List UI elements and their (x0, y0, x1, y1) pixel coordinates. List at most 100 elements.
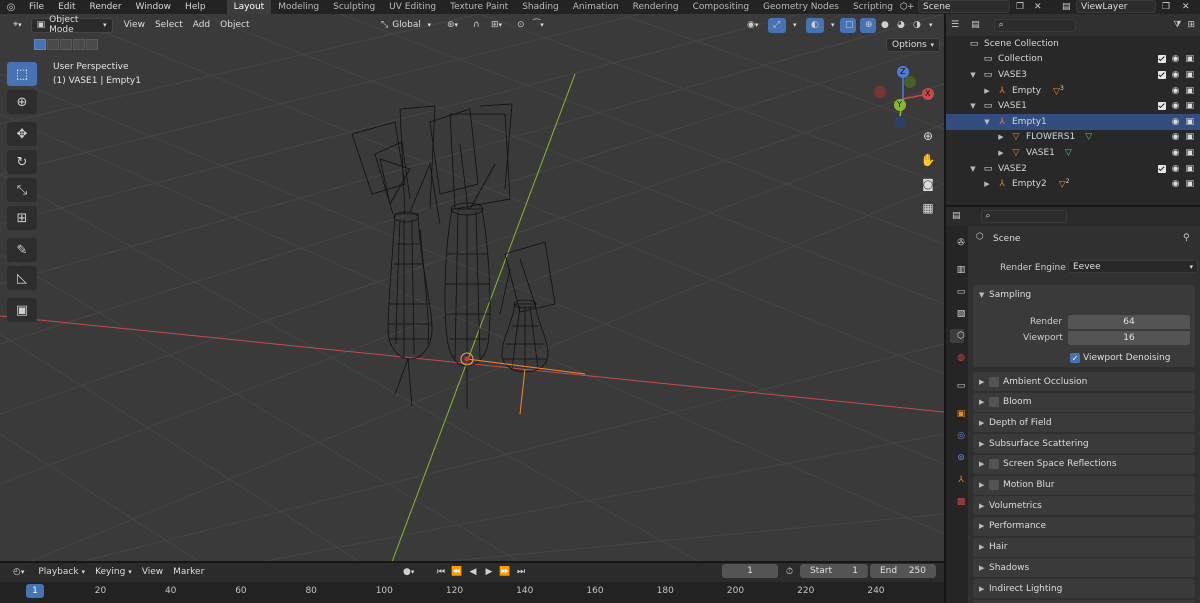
outliner-row[interactable]: ▼ ▭ VASE2 ◉ ▣ (946, 161, 1200, 177)
menu-window[interactable]: Window (129, 2, 179, 12)
snap-button[interactable]: ∩ (468, 18, 485, 33)
area-divider[interactable] (944, 14, 946, 603)
render-camera-icon[interactable]: ▣ (1185, 148, 1194, 158)
texture-tab[interactable]: ▩ (950, 495, 966, 509)
timeline-menu-playback[interactable]: Playback ▾ (33, 564, 90, 579)
rotate-tool[interactable]: ↻ (7, 150, 37, 174)
shading-material[interactable]: ◕ (892, 18, 908, 33)
properties-panel-header[interactable]: ▶ Indirect Lighting (973, 579, 1195, 598)
render-camera-icon[interactable]: ▣ (1185, 54, 1194, 64)
render-camera-icon[interactable]: ▣ (1185, 164, 1194, 174)
pivot-point-button[interactable]: ⊛ ▾ (442, 18, 463, 33)
select-extend-button[interactable] (47, 39, 59, 50)
outliner-row[interactable]: ▶ ⅄ Empty ▽3 ◉ ▣ (946, 83, 1200, 99)
workspace-tab-modeling[interactable]: Modeling (271, 0, 326, 14)
end-frame-field[interactable]: End 250 (870, 564, 936, 578)
properties-panel-header[interactable]: ▶ Depth of Field (973, 413, 1195, 433)
visibility-eye-icon[interactable]: ◉ (1172, 86, 1180, 96)
workspace-tab-animation[interactable]: Animation (566, 0, 626, 14)
physics-tab[interactable]: ◎ (950, 429, 965, 443)
current-frame-indicator[interactable]: 1 (26, 584, 44, 598)
properties-panel-header[interactable]: ▶ Screen Space Reflections (973, 454, 1195, 474)
tool-tab[interactable]: ✇ (950, 236, 965, 250)
disclosure-triangle-icon[interactable]: ▼ (968, 71, 978, 79)
visibility-button[interactable]: ◉ ▾ (742, 18, 763, 33)
select-invert-button[interactable] (73, 39, 85, 50)
render-engine-dropdown[interactable]: Eevee ▾ (1068, 260, 1198, 273)
select-new-button[interactable] (34, 39, 46, 50)
stopwatch-icon[interactable]: ⏱ (786, 567, 793, 577)
options-button[interactable]: Options ▾ (886, 38, 940, 52)
properties-panel-header[interactable]: ▶ Motion Blur (973, 475, 1195, 495)
mesh-data-icon[interactable]: ▽ (1085, 132, 1092, 142)
visibility-eye-icon[interactable]: ◉ (1172, 179, 1180, 189)
outliner-row[interactable]: ▶ ▽ VASE1 ▽ ◉ ▣ (946, 145, 1200, 161)
visibility-eye-icon[interactable]: ◉ (1172, 117, 1180, 127)
shading-menu[interactable]: ▾ (924, 18, 938, 33)
outliner-row[interactable]: ▶ ⅄ Empty2 ▽2 ◉ ▣ (946, 176, 1200, 192)
pan-button[interactable]: ✋ (918, 150, 938, 170)
close-view-layer-icon[interactable]: ✕ (1182, 2, 1190, 12)
properties-panel-header[interactable]: ▶ Shadows (973, 558, 1195, 578)
workspace-tab-sculpting[interactable]: Sculpting (326, 0, 382, 14)
transform-tool[interactable]: ⊞ (7, 206, 37, 230)
exclude-checkbox[interactable] (1157, 70, 1166, 79)
workspace-tab-rendering[interactable]: Rendering (626, 0, 686, 14)
zoom-button[interactable]: ⊕ (918, 126, 938, 146)
editor-type-button[interactable]: ⌖ ▾ (8, 18, 27, 33)
exclude-checkbox[interactable] (1157, 102, 1166, 111)
workspace-tab-scripting[interactable]: Scripting (846, 0, 900, 14)
pin-icon[interactable]: ⚲ (1183, 233, 1190, 243)
snap-target-button[interactable]: ⊞ ▾ (486, 18, 507, 33)
new-collection-icon[interactable]: ⊞ (1187, 20, 1195, 30)
panel-enable-checkbox[interactable] (989, 397, 999, 408)
workspace-tab-texture-paint[interactable]: Texture Paint (443, 0, 515, 14)
sampling-panel-header[interactable]: ▼ Sampling (973, 285, 1195, 304)
timeline-menu-marker[interactable]: Marker (168, 564, 209, 579)
properties-editor-icon[interactable]: ▤ (952, 211, 961, 221)
object-tab[interactable]: ▣ (950, 407, 966, 421)
scene-selector[interactable]: Scene (918, 0, 1010, 13)
view-layer-icon[interactable]: ▤ (1062, 2, 1071, 12)
falloff-button[interactable]: ⁀ ▾ (528, 18, 549, 33)
sampling-render-field[interactable]: 64 (1068, 315, 1190, 329)
outliner-row[interactable]: ▼ ▭ VASE3 ◉ ▣ (946, 67, 1200, 83)
timeline-menu-keying[interactable]: Keying ▾ (90, 564, 137, 579)
visibility-eye-icon[interactable]: ◉ (1172, 132, 1180, 142)
render-camera-icon[interactable]: ▣ (1185, 117, 1194, 127)
visibility-eye-icon[interactable]: ◉ (1172, 70, 1180, 80)
gizmo-toggle[interactable]: ⤢ (768, 17, 786, 33)
area-divider[interactable] (946, 205, 1200, 207)
close-scene-icon[interactable]: ✕ (1034, 2, 1042, 12)
properties-panel-header[interactable]: ▶ Bloom (973, 392, 1195, 412)
properties-panel-header[interactable]: ▶ Performance (973, 516, 1195, 536)
play-icon[interactable]: ▶ (482, 567, 496, 577)
exclude-checkbox[interactable] (1157, 164, 1166, 173)
current-frame-field[interactable]: 1 (722, 564, 778, 578)
xray-toggle[interactable]: ▢ (840, 17, 856, 33)
annotate-tool[interactable]: ✎ (7, 238, 37, 262)
output-tab[interactable]: ▭ (950, 285, 966, 299)
workspace-tab-compositing[interactable]: Compositing (686, 0, 756, 14)
mesh-data-icon[interactable]: ▽ (1065, 148, 1072, 158)
scene-tab[interactable]: ⬡ (950, 329, 965, 343)
overlays-menu[interactable]: ▾ (826, 18, 840, 33)
menu-help[interactable]: Help (178, 2, 213, 12)
menu-file[interactable]: File (22, 2, 51, 12)
render-tab[interactable]: ▥ (950, 263, 966, 277)
visibility-eye-icon[interactable]: ◉ (1172, 101, 1180, 111)
select-intersect-button[interactable] (86, 39, 98, 50)
move-tool[interactable]: ✥ (7, 122, 37, 146)
timeline-editor-type[interactable]: ◴ ▾ (8, 564, 29, 579)
measure-tool[interactable]: ◺ (7, 266, 37, 290)
disclosure-triangle-icon[interactable]: ▼ (968, 165, 978, 173)
view-layer-selector[interactable]: ViewLayer (1076, 0, 1156, 13)
copy-view-layer-icon[interactable]: ❐ (1162, 2, 1170, 12)
children-count-badge[interactable]: ▽3 (1053, 85, 1064, 97)
cursor-tool[interactable]: ⊕ (7, 90, 37, 114)
properties-panel-header[interactable]: ▶ Ambient Occlusion (973, 372, 1195, 391)
start-frame-field[interactable]: Start 1 (800, 564, 868, 578)
disclosure-triangle-icon[interactable]: ▶ (982, 180, 992, 188)
jump-start-icon[interactable]: ⏮ (434, 567, 448, 577)
disclosure-triangle-icon[interactable]: ▼ (968, 102, 978, 110)
